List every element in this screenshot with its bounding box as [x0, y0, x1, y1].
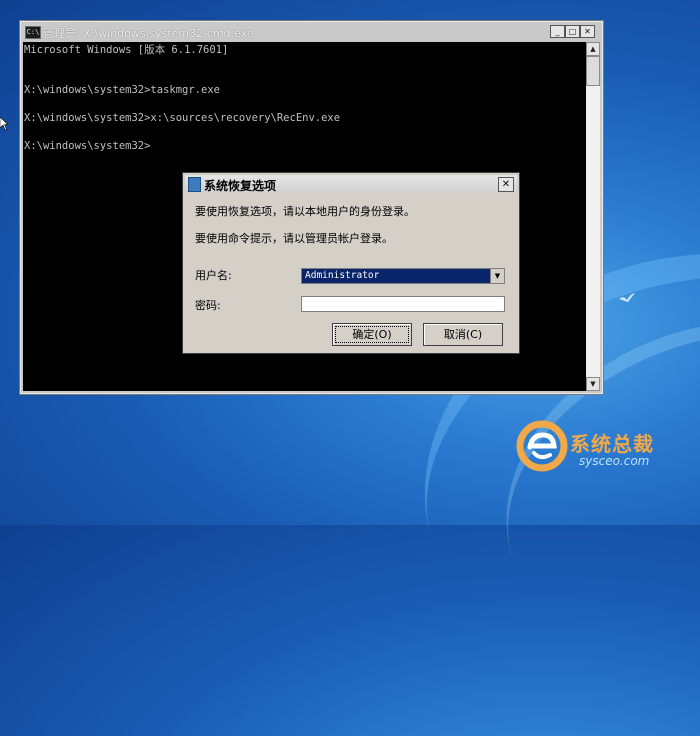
username-select[interactable]: Administrator ▼: [301, 268, 505, 284]
recovery-icon: [188, 177, 201, 192]
cmd-title: 管理员: X:\windows\system32\cmd.exe: [43, 27, 254, 40]
cancel-button[interactable]: 取消(C): [423, 323, 503, 346]
sysceo-logo-icon: [516, 420, 568, 472]
dialog-titlebar[interactable]: 系统恢复选项 ✕: [185, 175, 517, 193]
dialog-close-button[interactable]: ✕: [498, 177, 514, 192]
username-value: Administrator: [305, 270, 380, 281]
username-label: 用户名:: [195, 269, 232, 282]
minimize-button[interactable]: _: [550, 25, 565, 38]
brand-name: 系统总裁: [570, 432, 654, 456]
vertical-scrollbar[interactable]: ▲ ▼: [586, 42, 600, 391]
console-line: X:\windows\system32>x:\sources\recovery\…: [24, 112, 341, 124]
bird-icon: [619, 293, 635, 302]
maximize-button[interactable]: □: [565, 25, 580, 38]
brand-site: sysceo.com: [579, 454, 650, 468]
password-field[interactable]: [301, 296, 505, 312]
scroll-up-arrow-icon[interactable]: ▲: [586, 42, 600, 56]
cmd-icon: C:\: [25, 26, 41, 39]
console-line: Microsoft Windows [版本 6.1.7601]: [24, 44, 229, 56]
console-line: X:\windows\system32>taskmgr.exe: [24, 84, 220, 96]
password-label: 密码:: [195, 299, 221, 312]
cmd-titlebar[interactable]: C:\ 管理员: X:\windows\system32\cmd.exe _ □…: [22, 23, 601, 40]
ok-button[interactable]: 确定(O): [332, 323, 412, 346]
chevron-down-icon[interactable]: ▼: [490, 269, 504, 283]
console-prompt: X:\windows\system32>: [24, 140, 151, 152]
dialog-message-2: 要使用命令提示，请以管理员帐户登录。: [195, 232, 393, 245]
dialog-title: 系统恢复选项: [204, 179, 277, 193]
mouse-pointer-icon: [0, 117, 8, 130]
scroll-down-arrow-icon[interactable]: ▼: [586, 377, 600, 391]
scroll-thumb[interactable]: [586, 56, 600, 86]
close-button[interactable]: ✕: [580, 25, 595, 38]
recovery-login-dialog: 系统恢复选项 ✕ 要使用恢复选项，请以本地用户的身份登录。 要使用命令提示，请以…: [182, 172, 520, 354]
dialog-message-1: 要使用恢复选项，请以本地用户的身份登录。: [195, 205, 415, 218]
